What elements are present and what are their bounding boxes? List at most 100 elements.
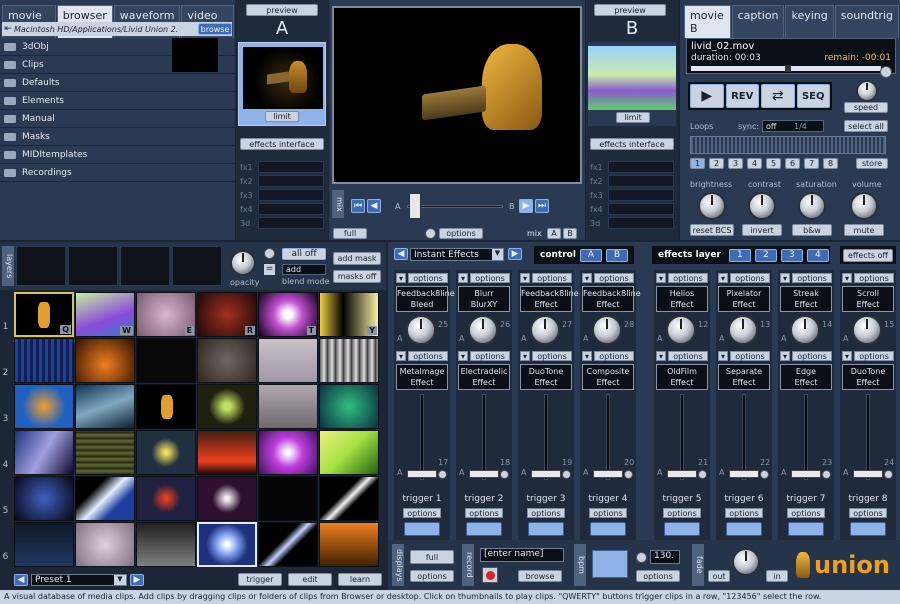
masks-off-button[interactable]: masks off <box>333 270 381 283</box>
clip-thumbnail[interactable] <box>319 338 379 383</box>
effect-slider-gear-icon[interactable] <box>562 470 571 479</box>
effect-knob[interactable] <box>406 315 436 345</box>
layers-gear-icon[interactable] <box>264 248 275 259</box>
effect-bottom-arrow-icon[interactable]: ▾ <box>520 351 530 361</box>
effect-knob[interactable] <box>728 315 758 345</box>
row-number-1[interactable]: 1 <box>0 322 11 332</box>
contrast-knob[interactable] <box>748 192 776 220</box>
clip-thumbnail[interactable] <box>75 338 135 383</box>
movie-b-gear-icon[interactable] <box>880 66 892 78</box>
brightness-knob[interactable] <box>698 192 726 220</box>
clip-thumbnail[interactable] <box>14 522 74 567</box>
effect-bottom-name[interactable]: DuoTone Effect <box>842 364 894 390</box>
effect-bottom-name[interactable]: Separate Effect <box>718 364 770 390</box>
trigger-pad[interactable] <box>528 522 564 536</box>
effect-knob[interactable] <box>468 315 498 345</box>
effect-top-arrow-icon[interactable]: ▾ <box>718 273 728 283</box>
row-number-4[interactable]: 4 <box>0 460 11 470</box>
effect-bottom-arrow-icon[interactable]: ▾ <box>842 351 852 361</box>
effect-bottom-name[interactable]: Composite Effect <box>582 364 634 390</box>
movie-scrub-handle[interactable] <box>785 65 791 72</box>
effect-slider-track[interactable] <box>544 394 548 480</box>
effect-bottom-name[interactable]: Metalmage Effect <box>396 364 448 390</box>
effect-bottom-options-button[interactable]: options <box>532 351 572 361</box>
clip-thumbnail[interactable] <box>14 384 74 429</box>
loop-button-6[interactable]: 6 <box>785 158 800 169</box>
effect-bottom-options-button[interactable]: options <box>594 351 634 361</box>
preview-b-frame[interactable]: limit <box>588 42 676 126</box>
effect-slider-handle[interactable] <box>853 470 883 478</box>
trigger-pad[interactable] <box>466 522 502 536</box>
clip-thumbnail[interactable] <box>258 430 318 475</box>
fx-slot[interactable] <box>608 161 674 173</box>
crossfader-handle[interactable] <box>409 193 421 219</box>
clip-thumbnail[interactable] <box>258 338 318 383</box>
preset-select[interactable]: Preset 1 ▼ <box>31 574 127 586</box>
fx-slot[interactable] <box>608 217 674 229</box>
trigger-button[interactable]: trigger <box>238 573 282 586</box>
effect-slider-track[interactable] <box>866 394 870 480</box>
options-gear-icon[interactable] <box>425 228 436 239</box>
effect-top-options-button[interactable]: options <box>532 273 572 283</box>
effect-bottom-arrow-icon[interactable]: ▾ <box>656 351 666 361</box>
effect-slider-handle[interactable] <box>531 470 561 478</box>
trigger-pad[interactable] <box>850 522 886 536</box>
displays-options-button[interactable]: options <box>410 570 454 582</box>
effect-knob[interactable] <box>592 315 622 345</box>
clip-thumbnail[interactable] <box>197 476 257 521</box>
fx-slot[interactable] <box>258 203 324 215</box>
loop-button-2[interactable]: 2 <box>709 158 724 169</box>
clip-thumbnail[interactable] <box>14 430 74 475</box>
effect-top-options-button[interactable]: options <box>408 273 448 283</box>
fade-in-button[interactable]: in <box>766 570 788 582</box>
limit-b-button[interactable]: limit <box>616 112 650 123</box>
layer-slot[interactable] <box>172 246 222 286</box>
clip-thumbnail[interactable] <box>197 338 257 383</box>
clip-thumbnail[interactable] <box>197 430 257 475</box>
sync-select[interactable]: off 1/4 <box>762 120 824 132</box>
preview-options-button[interactable]: options <box>439 228 483 239</box>
edit-button[interactable]: edit <box>288 573 332 586</box>
folder-item[interactable]: Elements <box>0 92 235 110</box>
blend-mode-field[interactable]: add <box>282 264 326 275</box>
effect-slider-handle[interactable] <box>407 470 437 478</box>
effect-bottom-name[interactable]: Electradelic Effect <box>458 364 510 390</box>
effect-slider-handle[interactable] <box>469 470 499 478</box>
clip-thumbnail[interactable] <box>197 384 257 429</box>
effect-bottom-options-button[interactable]: options <box>730 351 770 361</box>
folder-item[interactable]: MIDItemplates <box>0 146 235 164</box>
effect-knob[interactable] <box>530 315 560 345</box>
bpm-options-button[interactable]: options <box>636 570 680 582</box>
instant-next-icon[interactable]: ▶ <box>508 248 522 260</box>
bpm-gear-icon[interactable] <box>636 552 647 563</box>
limit-a-button[interactable]: limit <box>265 111 299 122</box>
clip-thumbnail[interactable] <box>136 522 196 567</box>
row-number-5[interactable]: 5 <box>0 506 11 516</box>
trigger-pad[interactable] <box>726 522 762 536</box>
effect-slider-gear-icon[interactable] <box>500 470 509 479</box>
effect-bottom-options-button[interactable]: options <box>668 351 708 361</box>
effect-slider-track[interactable] <box>804 394 808 480</box>
effect-slider-gear-icon[interactable] <box>698 470 707 479</box>
trigger-pad[interactable] <box>404 522 440 536</box>
fade-knob[interactable] <box>732 548 760 576</box>
clip-thumbnail[interactable] <box>75 476 135 521</box>
effect-slider-handle[interactable] <box>593 470 623 478</box>
saturation-knob[interactable] <box>798 192 826 220</box>
effect-top-options-button[interactable]: options <box>594 273 634 283</box>
loop-strip[interactable] <box>690 136 886 154</box>
mute-button[interactable]: mute <box>844 224 884 236</box>
loop-button-3[interactable]: 3 <box>728 158 743 169</box>
effect-top-arrow-icon[interactable]: ▾ <box>458 273 468 283</box>
bw-button[interactable]: b&w <box>792 224 832 236</box>
folder-item[interactable]: Masks <box>0 128 235 146</box>
effects-off-button[interactable]: effects off <box>843 248 893 262</box>
effect-top-options-button[interactable]: options <box>792 273 832 283</box>
folder-item[interactable]: Manual <box>0 110 235 128</box>
step-forward-icon[interactable]: ▶ <box>519 199 533 213</box>
reset-bcs-button[interactable]: reset BCS <box>690 224 734 236</box>
play-icon[interactable]: ▶ <box>690 84 724 108</box>
mix-b-button[interactable]: B <box>563 228 577 239</box>
clip-thumbnail[interactable]: R <box>197 292 257 337</box>
clip-thumbnail[interactable]: Q <box>14 292 74 337</box>
